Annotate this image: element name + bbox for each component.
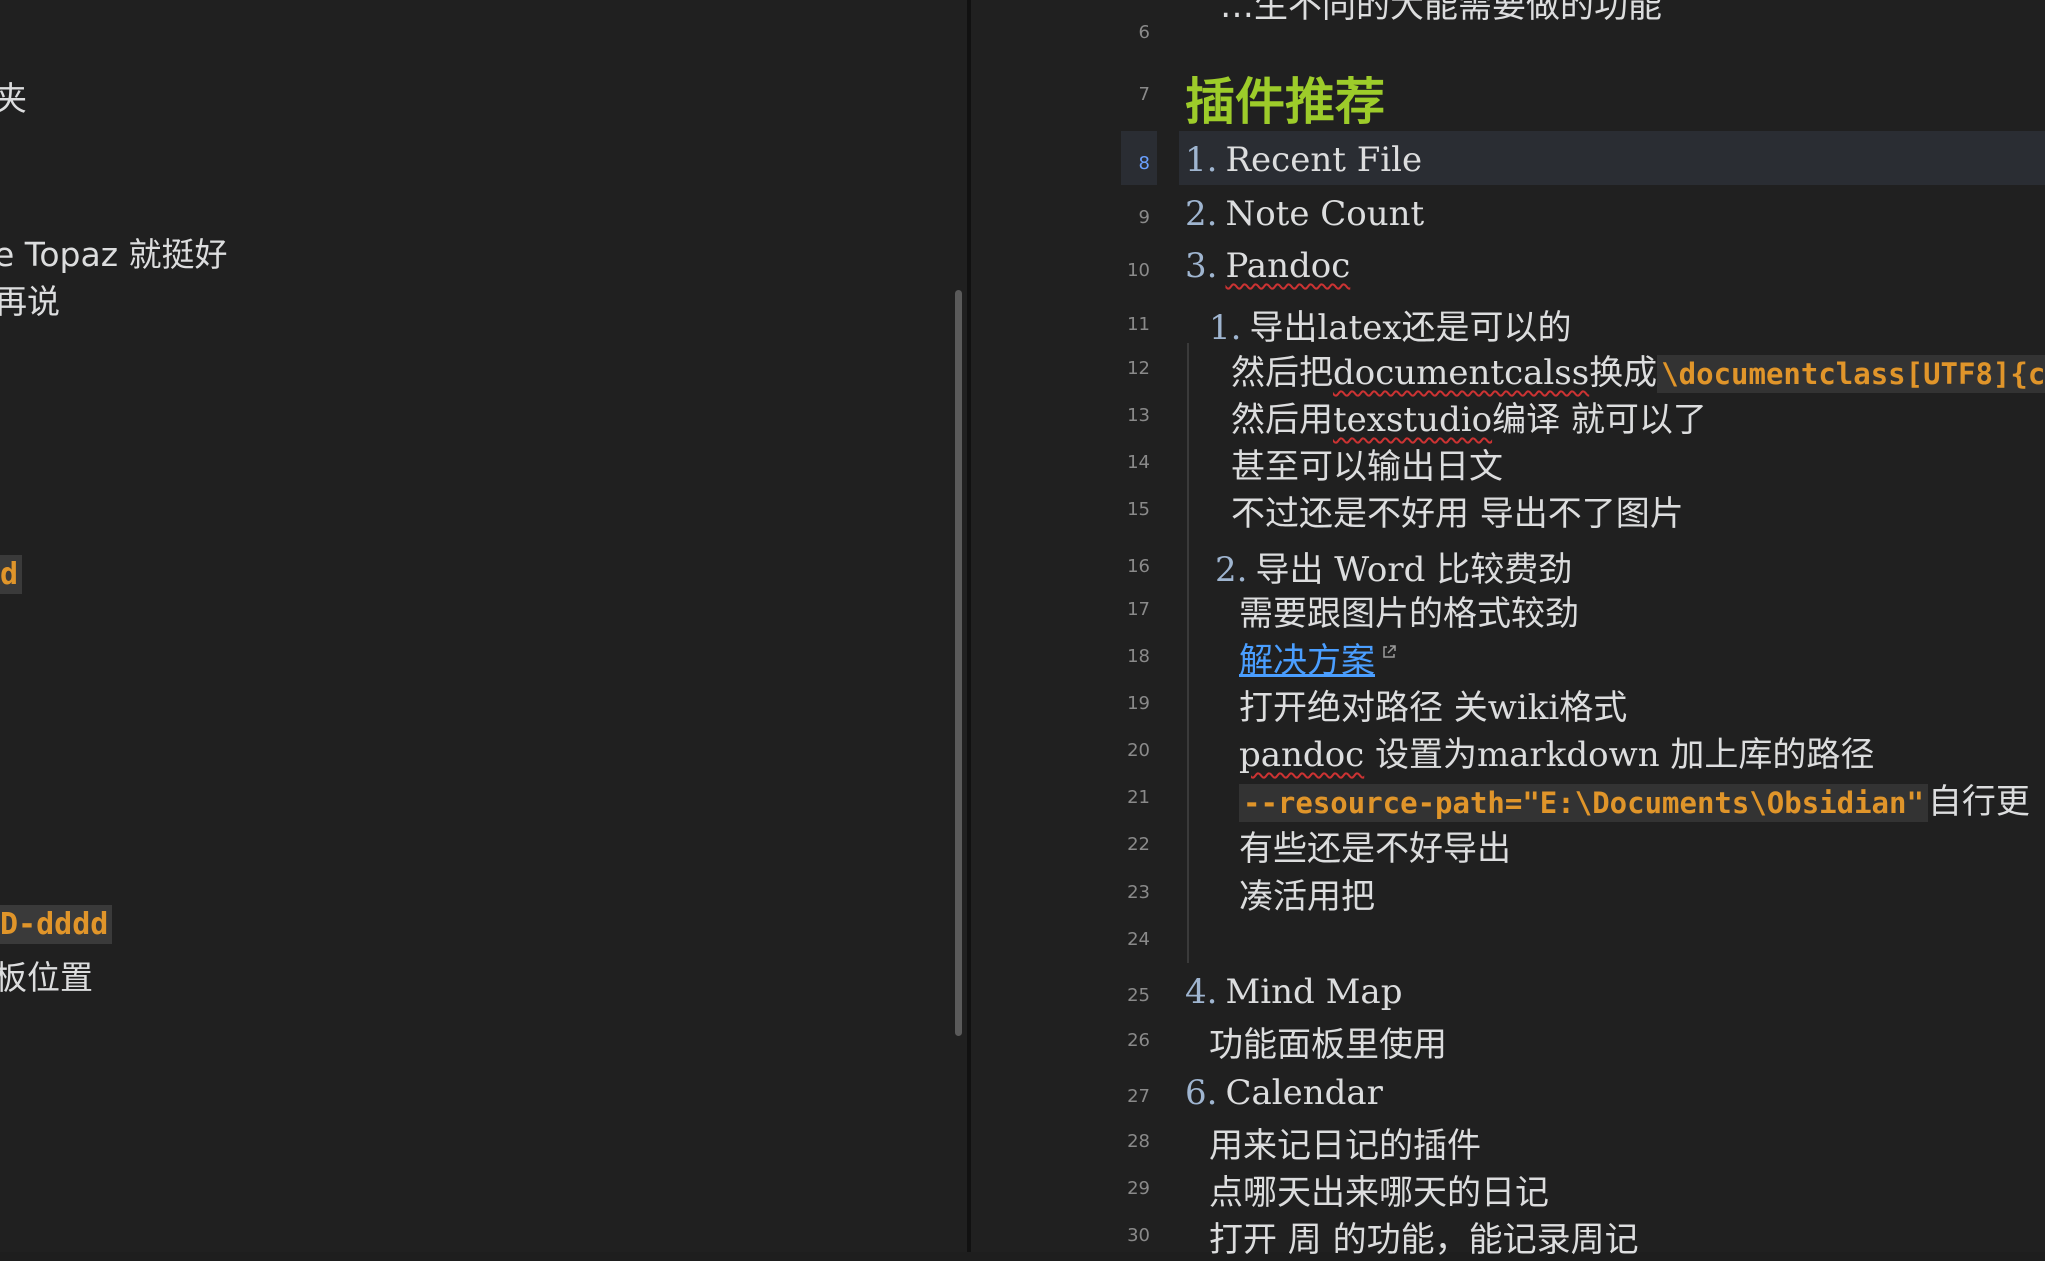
line-number: 29 xyxy=(1127,1178,1150,1199)
list-item-text: Note Count xyxy=(1225,194,1425,234)
line-number: 17 xyxy=(1127,599,1150,620)
text-line[interactable]: 解决方案 xyxy=(1239,633,1397,682)
list-number: 6. xyxy=(1185,1073,1218,1113)
line-number: 15 xyxy=(1127,499,1150,520)
left-text-line: 夹 xyxy=(0,79,27,118)
line-number: 28 xyxy=(1127,1131,1150,1152)
text-span: 自行更 xyxy=(1927,782,2030,822)
left-text-line: 再说 xyxy=(0,282,60,321)
line-number: 22 xyxy=(1127,834,1150,855)
line-number: 12 xyxy=(1127,358,1150,379)
text-span: 还是可以的 xyxy=(1401,308,1572,348)
list-item-note-count[interactable]: 2. Note Count xyxy=(1185,194,1424,234)
left-scrollbar[interactable] xyxy=(955,290,962,1036)
list-item-text: Recent File xyxy=(1225,140,1423,180)
line-number: 8 xyxy=(1138,153,1150,174)
inline-code: \documentclass[UTF8]{ct xyxy=(1657,355,2045,393)
sublist-item-latex[interactable]: 1. 导出latex还是可以的 xyxy=(1209,300,1572,349)
left-text-line: 板位置 xyxy=(0,958,93,997)
list-item-pandoc[interactable]: 3. Pandoc xyxy=(1185,246,1350,286)
line-number: 24 xyxy=(1127,929,1150,950)
text-span: 然后把 xyxy=(1231,353,1333,393)
section-heading: 插件推荐 xyxy=(1185,73,1385,131)
line-number: 9 xyxy=(1138,207,1150,228)
line-number: 25 xyxy=(1127,985,1150,1006)
external-link-icon xyxy=(1383,644,1396,658)
text-span: 然后用 xyxy=(1231,400,1333,440)
text-line[interactable]: 打开绝对路径 关wiki格式 xyxy=(1239,680,1627,729)
list-number: 1. xyxy=(1185,140,1218,180)
line-number: 21 xyxy=(1127,787,1150,808)
list-item-text: Pandoc xyxy=(1225,246,1351,286)
text-line[interactable]: 用来记日记的插件 xyxy=(1209,1118,1481,1167)
sublist-item-word[interactable]: 2. 导出 Word 比较费劲 xyxy=(1215,542,1572,591)
left-text-line: e Topaz 就挺好 xyxy=(0,235,228,274)
text-span: pandoc xyxy=(1239,735,1365,775)
left-inline-code: d xyxy=(0,555,23,594)
inline-code: --resource-path="E:\Documents\Obsidian" xyxy=(1239,784,1928,822)
line-number: 7 xyxy=(1138,84,1150,105)
text-line[interactable]: 然后把documentcalss换成 \documentclass[UTF8]{c… xyxy=(1231,345,2045,394)
line-number: 27 xyxy=(1127,1086,1150,1107)
line-number: 20 xyxy=(1127,740,1150,761)
line-number: 14 xyxy=(1127,452,1150,473)
indent-guide xyxy=(1187,343,1189,963)
list-number: 1. xyxy=(1209,308,1242,348)
text-line[interactable]: 有些还是不好导出 xyxy=(1239,821,1511,870)
line-number: 6 xyxy=(1138,22,1150,43)
text-line[interactable]: --resource-path="E:\Documents\Obsidian" 自… xyxy=(1239,774,2030,823)
clipped-text-line: …生不同的大能需要做的功能 xyxy=(1220,0,1662,26)
text-span: documentcalss xyxy=(1333,353,1590,393)
list-number: 2. xyxy=(1215,550,1248,590)
text-line[interactable]: 不过还是不好用 导出不了图片 xyxy=(1231,486,1684,535)
line-number: 11 xyxy=(1127,314,1150,335)
text-line[interactable]: pandoc 设置为markdown 加上库的路径 xyxy=(1239,727,1874,776)
list-number: 2. xyxy=(1185,194,1218,234)
line-number: 13 xyxy=(1127,405,1150,426)
solution-link[interactable]: 解决方案 xyxy=(1239,641,1375,681)
list-item-calendar[interactable]: 6. Calendar xyxy=(1185,1073,1383,1113)
text-line[interactable]: 点哪天出来哪天的日记 xyxy=(1209,1165,1549,1214)
list-item-recent-file[interactable]: 1. Recent File xyxy=(1185,140,1422,180)
left-editor-pane[interactable]: 夹 e Topaz 就挺好 再说 d D-dddd 板位置 xyxy=(0,0,967,1252)
left-inline-code: D-dddd xyxy=(0,905,113,944)
text-line[interactable]: 功能面板里使用 xyxy=(1209,1017,1447,1066)
line-number: 23 xyxy=(1127,882,1150,903)
list-number: 4. xyxy=(1185,972,1218,1012)
line-number: 16 xyxy=(1127,556,1150,577)
text-line[interactable]: 凑活用把 xyxy=(1239,869,1375,918)
list-item-mind-map[interactable]: 4. Mind Map xyxy=(1185,972,1402,1012)
text-line[interactable]: 需要跟图片的格式较劲 xyxy=(1239,586,1579,635)
list-number: 3. xyxy=(1185,246,1218,286)
text-line[interactable]: 然后用texstudio编译 就可以了 xyxy=(1231,392,1707,441)
line-number: 18 xyxy=(1127,646,1150,667)
list-item-text: Mind Map xyxy=(1225,972,1403,1012)
list-item-text: Calendar xyxy=(1225,1073,1383,1113)
line-number: 10 xyxy=(1127,260,1150,281)
line-number: 19 xyxy=(1127,693,1150,714)
text-line[interactable]: 甚至可以输出日文 xyxy=(1231,439,1503,488)
line-number: 26 xyxy=(1127,1030,1150,1051)
list-item-text: 导出 Word 比较费劲 xyxy=(1255,550,1573,590)
text-span: 编译 就可以了 xyxy=(1492,400,1707,440)
text-span: 设置为markdown 加上库的路径 xyxy=(1364,735,1875,775)
text-span: latex xyxy=(1317,308,1402,348)
text-line[interactable]: 打开 周 的功能，能记录周记 xyxy=(1209,1212,1639,1261)
text-span: 导出 xyxy=(1249,308,1318,348)
text-span: 换成 xyxy=(1589,353,1658,393)
text-span: texstudio xyxy=(1333,400,1493,440)
line-number: 30 xyxy=(1127,1225,1150,1246)
